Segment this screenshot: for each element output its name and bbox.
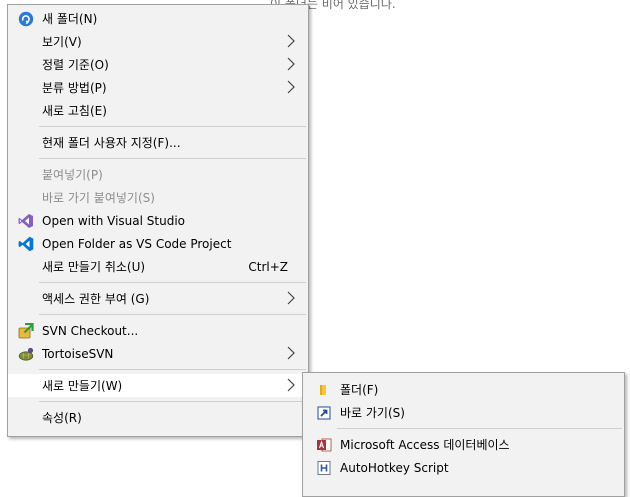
chevron-right-icon — [287, 80, 295, 94]
new-folder-icon — [18, 11, 34, 27]
autohotkey-icon — [317, 461, 331, 475]
tortoisesvn-icon — [18, 347, 34, 361]
menu-item-customize-folder[interactable]: 현재 폴더 사용자 지정(F)... — [8, 131, 308, 154]
menu-item-properties[interactable]: 속성(R) — [8, 406, 308, 429]
shortcut-icon — [317, 406, 331, 420]
menu-item-label: 액세스 권한 부여 (G) — [42, 292, 150, 306]
submenu-item-folder[interactable]: 폴더(F) — [303, 378, 624, 401]
chevron-right-icon — [287, 34, 295, 48]
folder-icon — [320, 385, 326, 395]
new-submenu: 폴더(F) 바로 가기(S) Microsoft Access 데이터베이스 A… — [302, 372, 625, 497]
menu-item-label: 새 폴더(N) — [42, 12, 98, 26]
menu-item-open-with-visual-studio[interactable]: Open with Visual Studio — [8, 209, 308, 232]
menu-item-paste: 붙여넣기(P) — [8, 163, 308, 186]
menu-item-give-access[interactable]: 액세스 권한 부여 (G) — [8, 287, 308, 310]
menu-separator — [39, 369, 306, 370]
menu-item-label: 바로 가기 붙여넣기(S) — [42, 191, 155, 205]
menu-item-new[interactable]: 새로 만들기(W) — [8, 374, 308, 397]
menu-separator — [337, 428, 622, 429]
visual-studio-icon — [18, 214, 33, 228]
chevron-right-icon — [287, 291, 295, 305]
menu-separator — [39, 401, 306, 402]
vscode-icon — [18, 236, 34, 252]
menu-separator — [39, 314, 306, 315]
menu-item-label: 새로 만들기(W) — [42, 379, 123, 393]
menu-item-tortoisesvn[interactable]: TortoiseSVN — [8, 342, 308, 365]
menu-item-label: 현재 폴더 사용자 지정(F)... — [42, 136, 181, 150]
menu-item-label: AutoHotkey Script — [340, 460, 449, 475]
menu-item-label: 폴더(F) — [340, 383, 379, 397]
menu-item-sort-by[interactable]: 정렬 기준(O) — [8, 53, 308, 76]
chevron-right-icon — [287, 346, 295, 360]
menu-item-group-by[interactable]: 분류 방법(P) — [8, 76, 308, 99]
menu-separator — [39, 126, 306, 127]
menu-item-label: 새로 고침(E) — [42, 104, 107, 118]
desktop-context-menu: 새 폴더(N) 보기(V) 정렬 기준(O) 분류 방법(P) 새로 고침(E)… — [7, 4, 309, 437]
submenu-item-autohotkey-script[interactable]: AutoHotkey Script — [303, 456, 624, 479]
menu-item-label: Open with Visual Studio — [42, 213, 185, 228]
submenu-item-shortcut[interactable]: 바로 가기(S) — [303, 401, 624, 424]
menu-item-label: 보기(V) — [42, 35, 82, 49]
svn-checkout-icon — [18, 323, 34, 339]
chevron-right-icon — [287, 57, 295, 71]
menu-item-label: 속성(R) — [42, 411, 82, 425]
access-icon — [317, 438, 332, 452]
menu-item-label: Microsoft Access 데이터베이스 — [340, 438, 510, 452]
chevron-right-icon — [287, 378, 295, 392]
menu-item-label: TortoiseSVN — [42, 346, 114, 361]
submenu-item-access-database[interactable]: Microsoft Access 데이터베이스 — [303, 433, 624, 456]
menu-item-label: 붙여넣기(P) — [42, 168, 103, 182]
menu-item-refresh[interactable]: 새로 고침(E) — [8, 99, 308, 122]
menu-item-label: 분류 방법(P) — [42, 81, 107, 95]
menu-item-svn-checkout[interactable]: SVN Checkout... — [8, 319, 308, 342]
menu-item-undo-new[interactable]: 새로 만들기 취소(U) Ctrl+Z — [8, 255, 308, 278]
menu-item-view[interactable]: 보기(V) — [8, 30, 308, 53]
menu-item-label: Open Folder as VS Code Project — [42, 236, 232, 251]
menu-item-open-vscode-project[interactable]: Open Folder as VS Code Project — [8, 232, 308, 255]
menu-item-label: 새로 만들기 취소(U) — [42, 260, 146, 274]
menu-item-paste-shortcut: 바로 가기 붙여넣기(S) — [8, 186, 308, 209]
menu-item-label: SVN Checkout... — [42, 323, 139, 338]
shortcut-hint: Ctrl+Z — [248, 259, 288, 274]
menu-separator — [39, 282, 306, 283]
menu-separator — [39, 158, 306, 159]
menu-item-new-folder[interactable]: 새 폴더(N) — [8, 7, 308, 30]
menu-item-label: 정렬 기준(O) — [42, 58, 109, 72]
menu-item-label: 바로 가기(S) — [340, 406, 405, 420]
